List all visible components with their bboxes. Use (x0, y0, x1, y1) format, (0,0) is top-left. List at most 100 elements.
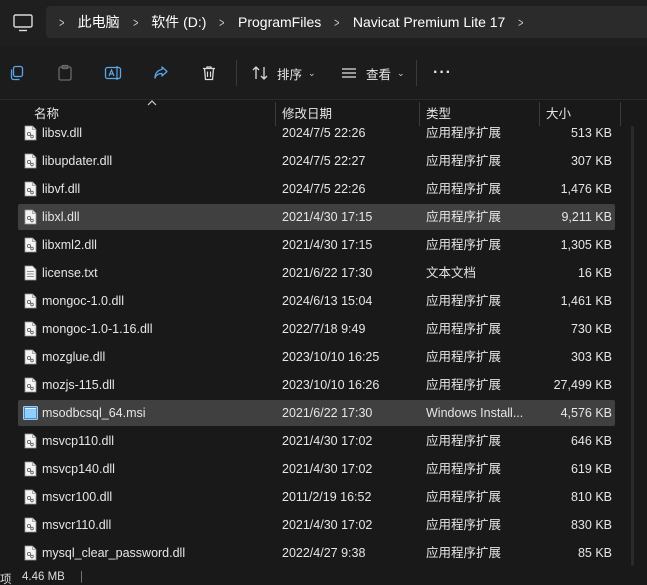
command-bar: 排序 ⌄ 查看 ⌄ ··· (0, 46, 647, 100)
file-size: 303 KB (570, 350, 612, 364)
dll-file-icon (24, 321, 37, 337)
status-selection-size: 4.46 MB (22, 571, 65, 583)
file-size: 1,461 KB (560, 294, 612, 308)
copy-button[interactable] (8, 62, 26, 84)
share-button[interactable] (152, 62, 170, 84)
delete-button[interactable] (200, 62, 218, 84)
file-modified-date: 2021/4/30 17:02 (282, 518, 373, 532)
file-modified-date: 2021/4/30 17:15 (282, 238, 373, 252)
file-type: 应用程序扩展 (426, 462, 502, 476)
file-row[interactable]: msvcp140.dll 2021/4/30 17:02 应用程序扩展 619 KB (18, 456, 615, 482)
breadcrumb-drive-d[interactable]: 软件 (D:) (151, 12, 206, 32)
dll-file-icon (24, 237, 37, 253)
file-type: 应用程序扩展 (426, 350, 502, 364)
chevron-right-icon[interactable]: > (220, 15, 225, 30)
file-name: msvcr110.dll (42, 518, 112, 532)
file-size: 513 KB (570, 126, 612, 140)
file-row[interactable]: mongoc-1.0-1.16.dll 2022/7/18 9:49 应用程序扩展 7… (18, 316, 615, 342)
file-type: 应用程序扩展 (426, 546, 502, 560)
file-modified-date: 2021/6/22 17:30 (282, 406, 373, 420)
dll-file-icon (24, 293, 37, 309)
chevron-right-icon[interactable]: > (59, 15, 64, 30)
breadcrumb-this-pc[interactable]: 此电脑 (78, 12, 120, 32)
file-name: libxl.dll (42, 210, 80, 224)
file-size: 4,576 KB (560, 406, 612, 420)
file-type: 文本文档 (426, 266, 477, 280)
breadcrumb-programfiles[interactable]: ProgramFiles (238, 14, 321, 30)
file-row[interactable]: mozjs-115.dll 2023/10/10 16:26 应用程序扩展 27,49… (18, 372, 615, 398)
sort-button[interactable]: 排序 ⌄ (251, 62, 316, 84)
file-row[interactable]: license.txt 2021/6/22 17:30 文本文档 16 KB (18, 260, 615, 286)
dll-file-icon (24, 545, 37, 561)
file-name: msvcp110.dll (42, 434, 115, 448)
status-item-count: 项 (0, 574, 12, 585)
file-type: Windows Install... (426, 406, 524, 420)
file-size: 619 KB (570, 462, 612, 476)
file-row[interactable]: libupdater.dll 2024/7/5 22:27 应用程序扩展 307 KB (18, 148, 615, 174)
file-type: 应用程序扩展 (426, 182, 502, 196)
file-row[interactable]: msodbcsql_64.msi 2021/6/22 17:30 Windows I… (18, 400, 615, 426)
dll-file-icon (24, 181, 37, 197)
dll-file-icon (24, 517, 37, 533)
breadcrumb[interactable]: > 此电脑 > 软件 (D:) > ProgramFiles > Navicat… (46, 6, 647, 38)
file-modified-date: 2023/10/10 16:26 (282, 378, 380, 392)
status-bar: 项 4.46 MB | (0, 569, 647, 585)
text-file-icon (24, 265, 37, 281)
file-name: libvf.dll (42, 182, 81, 196)
rename-button[interactable] (104, 62, 122, 84)
scrollbar[interactable] (630, 126, 636, 566)
file-type: 应用程序扩展 (426, 126, 502, 140)
paste-icon (58, 64, 72, 81)
file-modified-date: 2024/6/13 15:04 (282, 294, 373, 308)
file-modified-date: 2021/4/30 17:02 (282, 462, 373, 476)
this-pc-icon[interactable] (12, 13, 34, 33)
file-name: license.txt (42, 266, 98, 280)
paste-button[interactable] (56, 62, 74, 84)
file-row[interactable]: msvcr100.dll 2011/2/19 16:52 应用程序扩展 810 KB (18, 484, 615, 510)
view-label: 查看 (366, 67, 392, 82)
file-size: 646 KB (570, 434, 612, 448)
file-size: 830 KB (570, 518, 612, 532)
toolbar-divider (416, 60, 417, 86)
chevron-right-icon[interactable]: > (518, 15, 523, 30)
more-icon: ··· (433, 64, 452, 81)
file-modified-date: 2011/2/19 16:52 (282, 490, 372, 504)
file-row[interactable]: libxl.dll 2021/4/30 17:15 应用程序扩展 9,211 KB (18, 204, 615, 230)
file-size: 9,211 KB (561, 210, 612, 224)
chevron-right-icon[interactable]: > (133, 15, 138, 30)
file-row[interactable]: libvf.dll 2024/7/5 22:26 应用程序扩展 1,476 KB (18, 176, 615, 202)
file-name: msodbcsql_64.msi (42, 406, 146, 420)
dll-file-icon (24, 209, 37, 225)
file-row[interactable]: libxml2.dll 2021/4/30 17:15 应用程序扩展 1,305 KB (18, 232, 615, 258)
file-row[interactable]: mysql_clear_password.dll 2022/4/27 9:38 应用… (18, 540, 615, 566)
file-name: mysql_clear_password.dll (42, 546, 186, 560)
file-size: 307 KB (570, 154, 612, 168)
view-button[interactable]: 查看 ⌄ (340, 62, 405, 84)
file-name: mozjs-115.dll (42, 378, 115, 392)
file-row[interactable]: mozglue.dll 2023/10/10 16:25 应用程序扩展 303 KB (18, 344, 615, 370)
file-name: mozglue.dll (42, 350, 106, 364)
chevron-down-icon: ⌄ (308, 67, 316, 78)
file-row[interactable]: msvcp110.dll 2021/4/30 17:02 应用程序扩展 646 KB (18, 428, 615, 454)
dll-file-icon (24, 349, 37, 365)
file-type: 应用程序扩展 (426, 238, 502, 252)
dll-file-icon (24, 461, 37, 477)
file-modified-date: 2024/7/5 22:27 (282, 154, 366, 168)
file-modified-date: 2021/4/30 17:15 (282, 210, 373, 224)
file-type: 应用程序扩展 (426, 378, 502, 392)
file-size: 810 KB (570, 490, 612, 504)
file-row[interactable]: libsv.dll 2024/7/5 22:26 应用程序扩展 513 KB (18, 120, 615, 146)
file-row[interactable]: mongoc-1.0.dll 2024/6/13 15:04 应用程序扩展 1,461… (18, 288, 615, 314)
chevron-right-icon[interactable]: > (334, 15, 339, 30)
file-modified-date: 2023/10/10 16:25 (282, 350, 380, 364)
file-row[interactable]: msvcr110.dll 2021/4/30 17:02 应用程序扩展 830 KB (18, 512, 615, 538)
breadcrumb-navicat[interactable]: Navicat Premium Lite 17 (353, 14, 506, 30)
copy-icon (10, 65, 24, 81)
more-options-button[interactable]: ··· (433, 62, 452, 84)
share-icon (154, 66, 168, 79)
sort-ascending-icon (147, 100, 157, 106)
file-size: 730 KB (570, 322, 612, 336)
toolbar-divider (236, 60, 237, 86)
column-resize-handle[interactable] (620, 102, 621, 126)
chevron-down-icon: ⌄ (397, 67, 405, 78)
